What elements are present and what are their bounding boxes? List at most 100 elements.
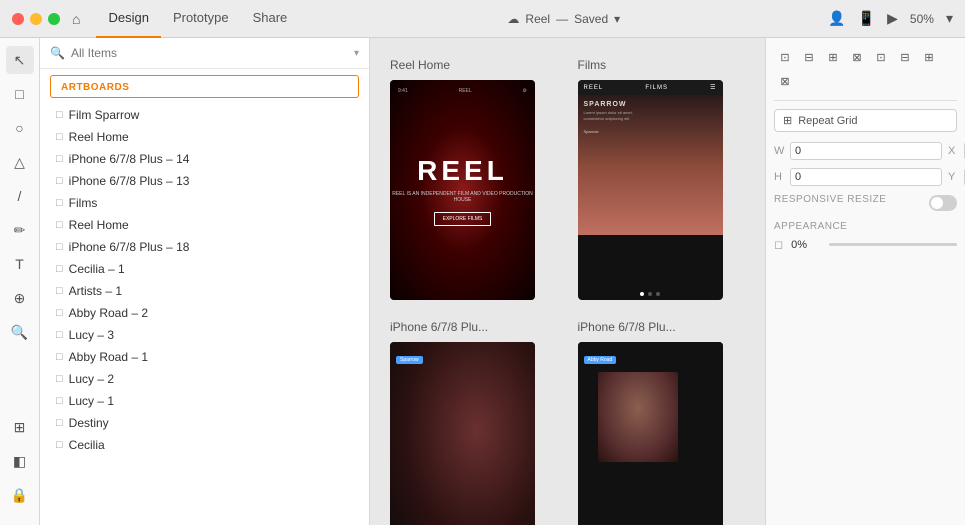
sparrow-label: Sparrow [584,129,633,134]
triangle-tool[interactable]: △ [6,148,34,176]
height-input[interactable] [790,168,942,186]
list-item[interactable]: □Reel Home [40,214,369,236]
list-item[interactable]: □Abby Road – 1 [40,346,369,368]
plugins-icon[interactable]: 🔒 [6,481,34,509]
artboard-frame-reel-home[interactable]: 9:41REEL⚙ REEL REEL IS AN INDEPENDENT FI… [390,80,535,300]
appearance-section: APPEARANCE ◻ 0% [774,221,957,251]
play-icon[interactable]: ▶ [887,10,898,27]
align-grid-btn[interactable]: ⊠ [846,46,868,68]
repeat-grid-button[interactable]: ⊞ Repeat Grid [774,109,957,132]
filter-chevron-icon[interactable]: ▾ [354,48,359,59]
films-portrait: SPARROW Lorem ipsum dolor sit amet,conse… [578,95,723,235]
line-tool[interactable]: / [6,182,34,210]
component-tool[interactable]: ⊕ [6,284,34,312]
reel-status-bar: 9:41REEL⚙ [390,88,535,94]
page-icon: □ [56,439,63,451]
minimize-button[interactable] [30,13,42,25]
responsive-resize-row: RESPONSIVE RESIZE [774,194,957,211]
page-icon: □ [56,329,63,341]
page-icon: □ [56,241,63,253]
list-item[interactable]: □Lucy – 3 [40,324,369,346]
films-header-title: FILMS [645,85,668,91]
dot-3 [656,292,660,296]
assets-icon[interactable]: ◧ [6,447,34,475]
rectangle-tool[interactable]: □ [6,80,34,108]
list-item[interactable]: □Artists – 1 [40,280,369,302]
width-input[interactable] [790,142,942,160]
list-item[interactable]: □Abby Road – 2 [40,302,369,324]
tab-share[interactable]: Share [241,0,300,38]
titlebar-right-controls: 👤 📱 ▶ 50% ▾ [828,10,953,27]
window-controls [12,13,60,25]
list-item[interactable]: □Lucy – 1 [40,390,369,412]
list-item[interactable]: □iPhone 6/7/8 Plus – 18 [40,236,369,258]
main-layout: ↖ □ ○ △ / ✏ T ⊕ 🔍 ⊞ ◧ 🔒 🔍 ▾ ARTBOARDS □F… [0,38,965,525]
sparrow-name: SPARROW [584,101,633,108]
height-label: H [774,171,786,183]
list-item[interactable]: □Destiny [40,412,369,434]
device-icon[interactable]: 📱 [858,10,875,27]
page-icon: □ [56,219,63,231]
align-bottom-btn[interactable]: ⊞ [918,46,940,68]
circle-tool[interactable]: ○ [6,114,34,142]
y-group: Y [948,168,965,186]
artboard-preview-films: Films REEL FILMS ☰ SPARROW Lorem ipsum d… [578,58,746,300]
artboard-title-iphone14: iPhone 6/7/8 Plu... [390,320,558,334]
artboard-preview-iphone14: iPhone 6/7/8 Plu... Sparrow [390,320,558,525]
explore-films-button[interactable]: EXPLORE FILMS [434,212,492,226]
page-icon: □ [56,131,63,143]
layers-icon[interactable]: ⊞ [6,413,34,441]
right-toolbar: ⊡ ⊟ ⊞ ⊠ ⊡ ⊟ ⊞ ⊠ [774,46,957,101]
page-icon: □ [56,285,63,297]
list-item[interactable]: □Lucy – 2 [40,368,369,390]
iphone13-highlight: Abby Road [584,356,617,364]
page-icon: □ [56,351,63,363]
titlebar: ⌂ Design Prototype Share ☁ Reel — Saved … [0,0,965,38]
canvas-area[interactable]: Reel Home 9:41REEL⚙ REEL REEL IS AN INDE… [370,38,765,525]
list-item[interactable]: □iPhone 6/7/8 Plus – 13 [40,170,369,192]
sparrow-desc: Lorem ipsum dolor sit amet,consectetur a… [584,110,633,121]
list-item[interactable]: □Cecilia – 1 [40,258,369,280]
text-tool[interactable]: T [6,250,34,278]
dimensions-row-hxy: H Y [774,168,957,186]
select-tool[interactable]: ↖ [6,46,34,74]
list-item[interactable]: □Films [40,192,369,214]
artboard-list: □Film Sparrow □Reel Home □iPhone 6/7/8 P… [40,104,369,525]
repeat-grid-icon: ⊞ [783,114,792,127]
chevron-icon[interactable]: ▾ [614,12,620,26]
zoom-dropdown-icon[interactable]: ▾ [946,10,953,27]
home-icon[interactable]: ⌂ [72,11,80,27]
align-top-btn[interactable]: ⊡ [870,46,892,68]
artboard-frame-films[interactable]: REEL FILMS ☰ SPARROW Lorem ipsum dolor s… [578,80,723,300]
reel-main-title: REEL [417,155,508,187]
films-content: SPARROW Lorem ipsum dolor sit amet,conse… [578,95,723,288]
search-input[interactable] [71,46,348,60]
list-item[interactable]: □iPhone 6/7/8 Plus – 14 [40,148,369,170]
responsive-resize-toggle[interactable] [929,195,957,211]
distribute-btn[interactable]: ⊠ [774,70,796,92]
pen-tool[interactable]: ✏ [6,216,34,244]
align-left-btn[interactable]: ⊡ [774,46,796,68]
list-item[interactable]: □Reel Home [40,126,369,148]
tab-design[interactable]: Design [96,0,160,38]
close-button[interactable] [12,13,24,25]
artboard-frame-iphone14[interactable]: Sparrow [390,342,535,525]
opacity-row: ◻ 0% [774,238,957,251]
page-icon: □ [56,109,63,121]
zoom-tool[interactable]: 🔍 [6,318,34,346]
dot-2 [648,292,652,296]
page-icon: □ [56,373,63,385]
zoom-level[interactable]: 50% [910,12,934,26]
opacity-slider[interactable] [829,243,957,246]
list-item[interactable]: □Film Sparrow [40,104,369,126]
avatar-icon[interactable]: 👤 [828,10,845,27]
repeat-grid-label: Repeat Grid [798,115,857,127]
list-item[interactable]: □Cecilia [40,434,369,456]
maximize-button[interactable] [48,13,60,25]
align-middle-btn[interactable]: ⊟ [894,46,916,68]
align-center-h-btn[interactable]: ⊟ [798,46,820,68]
films-bottom [578,288,723,300]
align-right-btn[interactable]: ⊞ [822,46,844,68]
artboard-frame-iphone13[interactable]: Abby Road Abby Road [578,342,723,525]
tab-prototype[interactable]: Prototype [161,0,241,38]
